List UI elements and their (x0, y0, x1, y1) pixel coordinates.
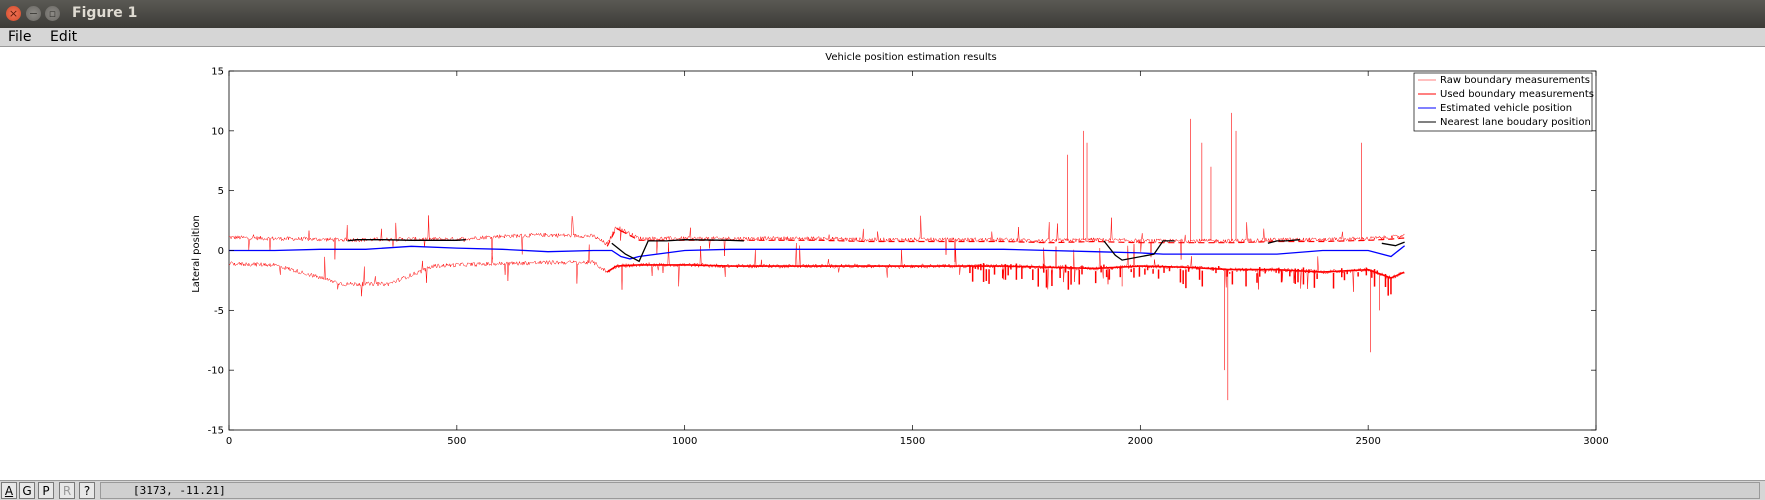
legend: Raw boundary measurements Used boundary … (1413, 72, 1594, 132)
x-tick-label: 1000 (672, 436, 697, 447)
autoscale-button[interactable]: A (1, 482, 17, 499)
window-title: Figure 1 (72, 5, 138, 21)
legend-entry-raw: Raw boundary measurements (1440, 75, 1590, 86)
maximize-icon[interactable]: ▫ (45, 6, 60, 21)
y-tick-label: 5 (218, 186, 224, 197)
status-bar: A G P R ? [3173, -11.21] (0, 480, 1765, 500)
grid-button[interactable]: G (19, 482, 35, 499)
help-button[interactable]: ? (79, 482, 95, 499)
close-icon[interactable]: × (6, 6, 21, 21)
menu-edit[interactable]: Edit (50, 28, 77, 46)
y-tick-label: -10 (208, 366, 224, 377)
chart-svg[interactable]: Vehicle position estimation results Late… (0, 47, 1765, 477)
minimize-icon[interactable]: − (26, 6, 41, 21)
x-tick-label: 2500 (1355, 436, 1380, 447)
y-tick-label: 0 (218, 246, 224, 257)
x-tick-label: 2000 (1128, 436, 1153, 447)
menu-file[interactable]: File (8, 28, 31, 46)
chart-title: Vehicle position estimation results (825, 52, 997, 63)
x-tick-label: 500 (447, 436, 466, 447)
menu-bar: File Edit (0, 28, 1765, 47)
x-tick-label: 3000 (1583, 436, 1608, 447)
plot-area[interactable] (228, 70, 1597, 431)
window-titlebar: × − ▫ Figure 1 (0, 0, 1765, 28)
rotate-button[interactable]: R (59, 482, 75, 499)
pan-button[interactable]: P (38, 482, 54, 499)
legend-entry-estimated: Estimated vehicle position (1440, 103, 1572, 114)
y-tick-label: -5 (214, 306, 224, 317)
coordinate-readout: [3173, -11.21] (100, 482, 1760, 499)
y-tick-label: -15 (208, 426, 224, 437)
y-tick-label: 10 (211, 126, 224, 137)
y-axis-label: Lateral position (191, 215, 202, 293)
legend-entry-nearest: Nearest lane boudary position (1440, 117, 1591, 128)
x-tick-label: 0 (226, 436, 232, 447)
figure-canvas[interactable]: Vehicle position estimation results Late… (0, 47, 1765, 477)
x-tick-label: 1500 (900, 436, 925, 447)
y-tick-label: 15 (211, 67, 224, 78)
legend-entry-used: Used boundary measurements (1440, 89, 1594, 100)
